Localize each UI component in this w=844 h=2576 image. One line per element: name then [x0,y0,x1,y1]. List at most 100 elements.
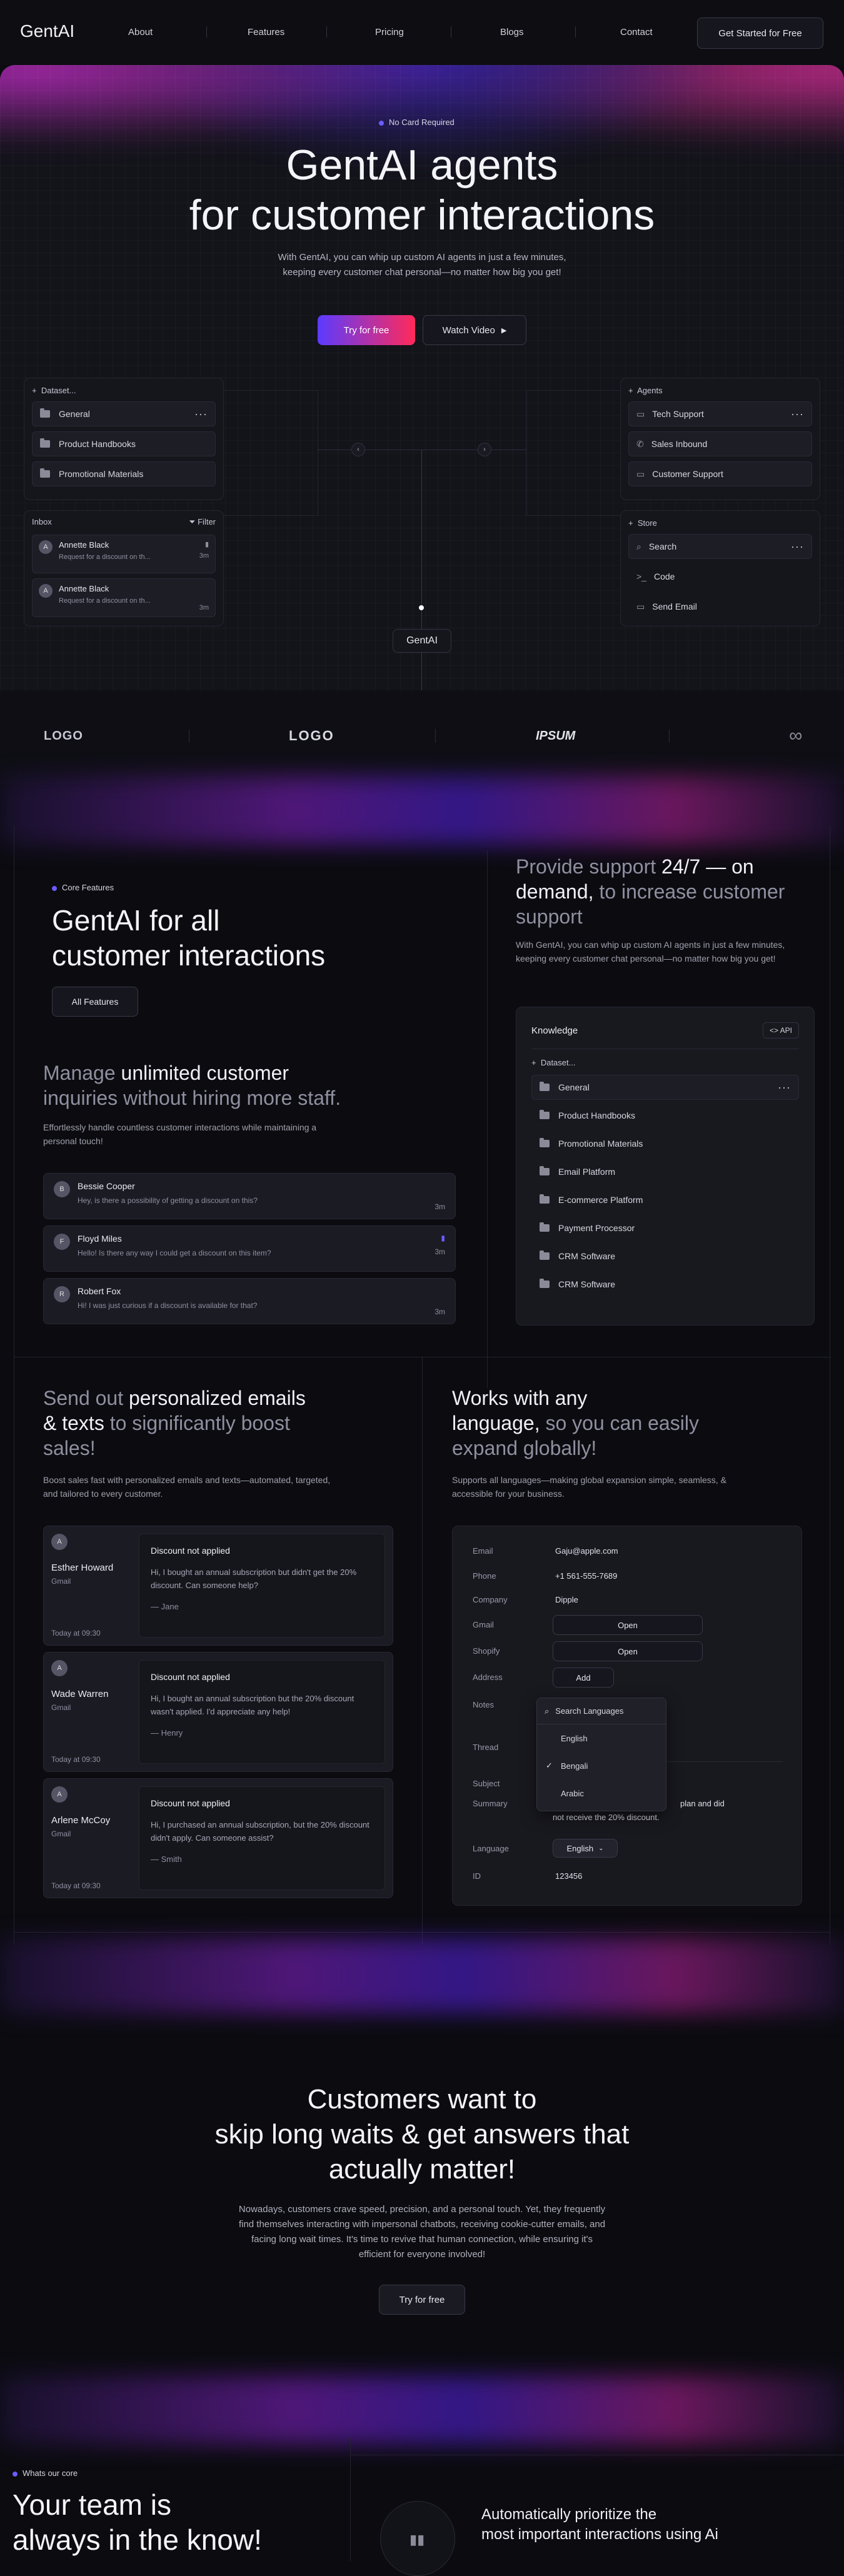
store-card: + Store ⌕ Search ··· >_ Code ▭ Send Email [620,510,820,626]
support-desc: With GentAI, you can whip up custom AI a… [516,940,785,963]
knowledge-item[interactable]: CRM Software [531,1272,799,1297]
id-label: ID [473,1871,481,1881]
knowledge-item[interactable]: Email Platform [531,1159,799,1184]
company-value: Dipple [555,1595,578,1604]
language-search-input[interactable]: ⌕ Search Languages [537,1698,666,1724]
nav-link-blogs[interactable]: Blogs [500,27,524,38]
node-dot [419,605,424,610]
dataset-item-handbooks[interactable]: Product Handbooks [32,431,216,456]
chat-item[interactable]: R Robert Fox Hi! I was just curious if a … [43,1278,456,1324]
email-card[interactable]: A Arlene McCoy Gmail Today at 09:30 Disc… [43,1778,393,1898]
subject-label: Subject [473,1779,500,1788]
chat-item[interactable]: B Bessie Cooper Hey, is there a possibili… [43,1173,456,1219]
try-free-button[interactable]: Try for free [318,315,415,345]
waits-try-free-button[interactable]: Try for free [379,2285,465,2315]
knowledge-item[interactable]: Promotional Materials [531,1131,799,1156]
language-option-arabic[interactable]: Arabic [537,1779,666,1807]
language-option-bengali[interactable]: ✓ Bengali [537,1752,666,1779]
no-card-badge: No Card Required [379,118,455,127]
core2-badge: Whats our core [13,2468,78,2478]
summary-value-b: not receive the 20% discount. [553,1813,660,1822]
chart-icon-circle: ▮▮ [380,2501,455,2576]
nav-link-features[interactable]: Features [248,27,284,38]
store-search[interactable]: ⌕ Search ··· [628,534,812,559]
company-label: Company [473,1595,508,1604]
filter-icon: ⏷ [189,517,196,526]
folder-icon [40,438,50,448]
plus-icon: + [628,518,633,528]
email-card[interactable]: A Esther Howard Gmail Today at 09:30 Dis… [43,1526,393,1646]
address-label: Address [473,1673,503,1682]
knowledge-item[interactable]: CRM Software [531,1244,799,1269]
agent-customer-support[interactable]: ▭ Customer Support [628,461,812,486]
chevron-down-icon: ⌄ [598,1844,604,1852]
folder-icon [540,1166,550,1175]
avatar: R [54,1286,70,1302]
partner-logo: ∞ [789,725,803,746]
get-started-button[interactable]: Get Started for Free [697,18,823,49]
knowledge-item[interactable]: Product Handbooks [531,1103,799,1128]
dataset-item-promo[interactable]: Promotional Materials [32,461,216,486]
core-badge: Core Features [52,883,114,892]
summary-label: Summary [473,1799,508,1808]
knowledge-item[interactable]: Payment Processor [531,1215,799,1240]
mail-icon: ▭ [636,601,645,611]
email-card[interactable]: A Wade Warren Gmail Today at 09:30 Disco… [43,1652,393,1772]
folder-icon [40,408,50,418]
plus-icon: + [32,386,37,395]
avatar: A [39,584,53,598]
language-option-english[interactable]: English [537,1724,666,1752]
top-nav: GentAI About Features Pricing Blogs Cont… [0,0,844,65]
knowledge-item[interactable]: E-commerce Platform [531,1187,799,1212]
chevron-left-icon[interactable]: ‹ [351,443,365,456]
contact-panel: Email Gaju@apple.com Phone +1 561-555-76… [452,1526,802,1906]
knowledge-item[interactable]: General ··· [531,1075,799,1100]
gentai-node-label: GentAI [393,629,451,653]
address-add-button[interactable]: Add [553,1668,614,1688]
prioritize-title: Automatically prioritize the most import… [481,2506,718,2543]
all-features-button[interactable]: All Features [52,987,138,1017]
waits-title: Customers want to skip long waits & get … [214,2084,630,2185]
inbox-message[interactable]: A Annette Black Request for a discount o… [32,535,216,573]
more-icon[interactable]: ··· [791,408,804,421]
language-title: Works with any language, so you can easil… [452,1387,699,1459]
core2-title: Your team is always in the know! [13,2488,262,2556]
chat-item[interactable]: F Floyd Miles Hello! Is there any way I c… [43,1225,456,1272]
store-send-email[interactable]: ▭ Send Email [628,594,812,619]
more-icon[interactable]: ··· [791,540,804,553]
nav-link-pricing[interactable]: Pricing [375,27,404,38]
chevron-right-icon[interactable]: › [478,443,491,456]
email-value: Gaju@apple.com [555,1546,618,1556]
more-icon[interactable]: ··· [194,408,208,421]
folder-icon [540,1082,550,1091]
store-code[interactable]: >_ Code [628,564,812,589]
terminal-icon: >_ [636,571,646,581]
chat-list: B Bessie Cooper Hey, is there a possibili… [43,1173,456,1324]
agent-sales-inbound[interactable]: ✆ Sales Inbound [628,431,812,456]
bar-chart-icon: ▮▮ [409,2532,425,2547]
gmail-open-button[interactable]: Open [553,1615,703,1635]
emails-desc: Boost sales fast with personalized email… [43,1475,331,1499]
search-icon: ⌕ [636,541,641,551]
shopify-label: Shopify [473,1646,500,1656]
agent-tech-support[interactable]: ▭ Tech Support ··· [628,401,812,426]
brand-logo[interactable]: GentAI [20,21,74,41]
language-label: Language [473,1844,509,1853]
filter-button[interactable]: ⏷ Filter [189,517,216,527]
api-button[interactable]: <> API [762,1022,799,1039]
avatar: A [39,540,53,554]
folder-icon [540,1279,550,1288]
inbox-message[interactable]: A Annette Black Request for a discount o… [32,578,216,617]
more-icon[interactable]: ··· [778,1081,791,1094]
email-cards: A Esther Howard Gmail Today at 09:30 Dis… [43,1526,393,1898]
language-select[interactable]: English ⌄ [553,1839,618,1858]
watch-video-button[interactable]: Watch Video ▶ [423,315,526,345]
nav-link-contact[interactable]: Contact [620,27,653,38]
folder-icon [540,1110,550,1119]
code-icon: <> [769,1026,778,1035]
phone-value: +1 561-555-7689 [555,1571,618,1581]
nav-link-about[interactable]: About [128,27,153,38]
dataset-item-general[interactable]: General ··· [32,401,216,426]
core-features-section: Core Features GentAI for all customer in… [14,825,831,1945]
shopify-open-button[interactable]: Open [553,1641,703,1661]
